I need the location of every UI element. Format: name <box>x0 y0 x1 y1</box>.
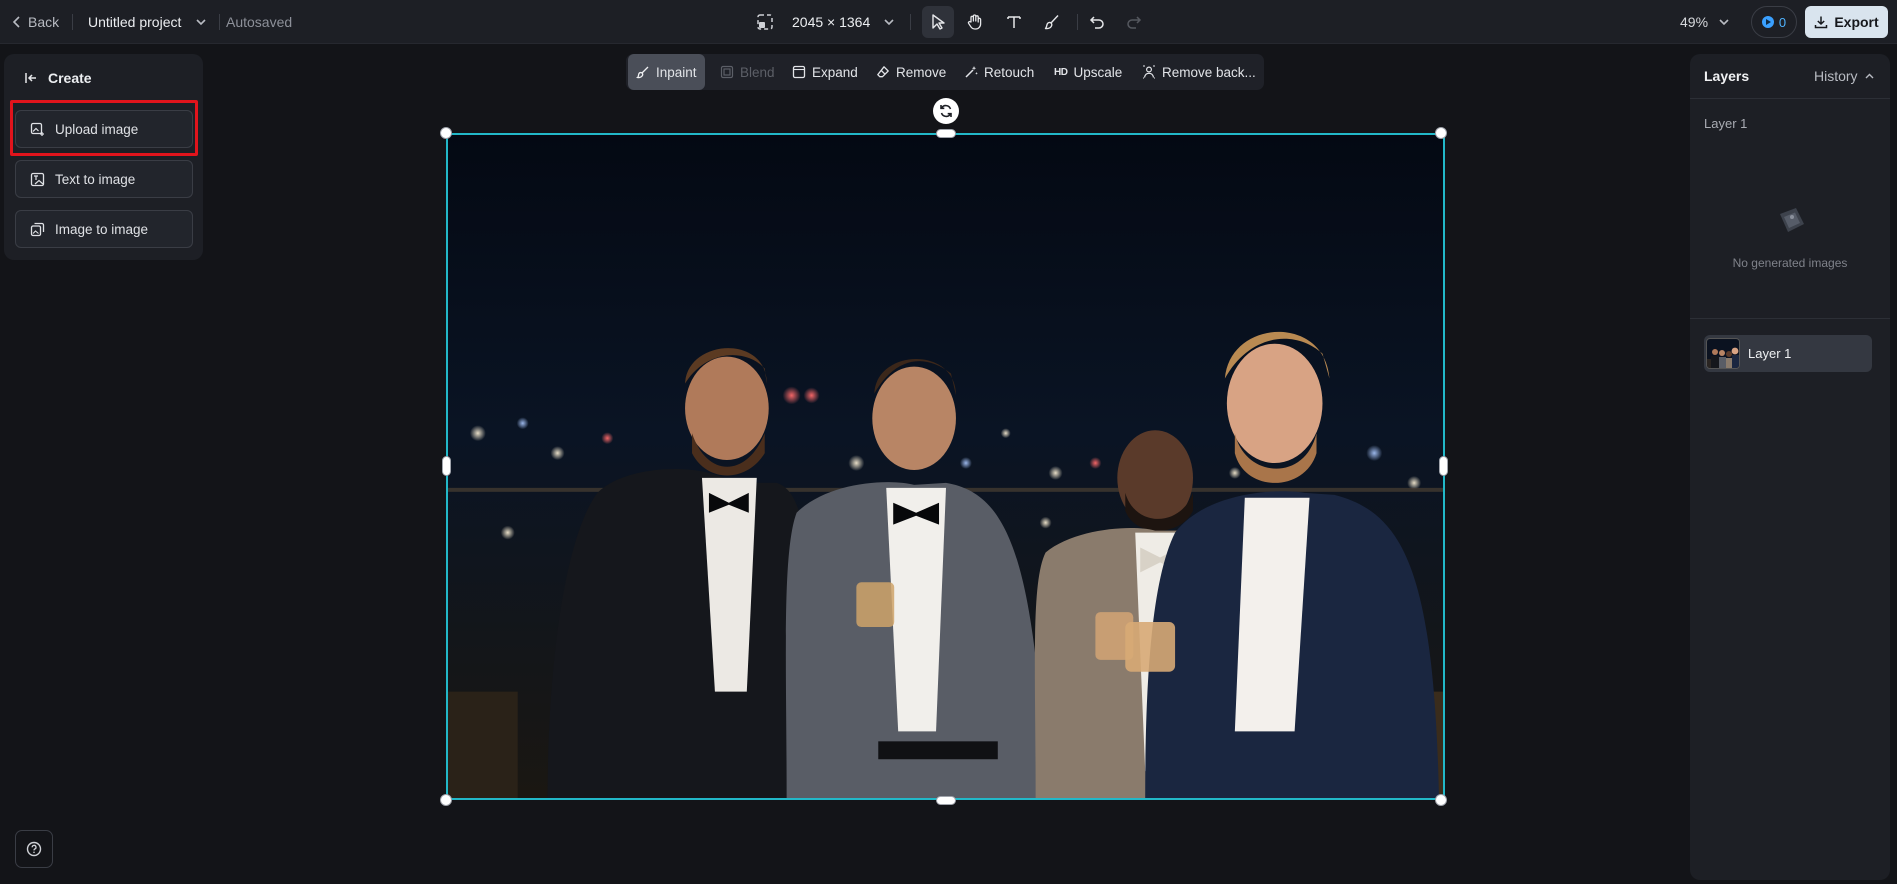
divider <box>219 14 220 30</box>
upscale-button[interactable]: HD Upscale <box>1046 54 1130 90</box>
resize-handle-top-right[interactable] <box>1435 127 1447 139</box>
hand-icon <box>967 14 982 30</box>
export-label: Export <box>1834 14 1879 30</box>
zoom-selector[interactable]: 49% <box>1680 0 1708 44</box>
canvas-image-layer[interactable] <box>446 133 1445 800</box>
canvas-photo <box>448 135 1443 798</box>
project-title[interactable]: Untitled project <box>88 0 181 44</box>
layer-name: Layer 1 <box>1748 346 1792 361</box>
history-label: History <box>1814 68 1858 84</box>
upload-image-button[interactable]: Upload image <box>15 110 193 148</box>
image-to-image-label: Image to image <box>55 221 149 237</box>
divider <box>72 14 73 30</box>
text-to-image-button[interactable]: Text to image <box>15 160 193 198</box>
back-label: Back <box>28 14 60 30</box>
upscale-label: Upscale <box>1073 64 1123 80</box>
image-to-image-icon <box>30 222 45 236</box>
create-panel: Create Upload image Text to image Image … <box>4 54 203 260</box>
resize-handle-top[interactable] <box>936 129 956 138</box>
divider <box>1077 14 1078 30</box>
remove-button[interactable]: Remove <box>868 54 954 90</box>
layer-item[interactable]: Layer 1 <box>1704 335 1872 372</box>
person-cutout-icon <box>1143 65 1155 79</box>
select-tool[interactable] <box>922 6 954 38</box>
credits-badge[interactable]: 0 <box>1751 6 1797 38</box>
divider <box>910 14 911 30</box>
text-to-image-icon <box>30 172 45 186</box>
thumbnail-image <box>1707 339 1739 368</box>
inpaint-icon <box>636 66 649 79</box>
top-bar: Back Untitled project Autosaved 2045 × 1… <box>0 0 1897 44</box>
eraser-icon <box>877 66 889 78</box>
upload-image-icon <box>30 122 44 136</box>
undo-button[interactable] <box>1081 6 1113 38</box>
brush-tool[interactable] <box>1036 6 1068 38</box>
help-icon <box>26 841 42 857</box>
export-button[interactable]: Export <box>1805 6 1888 38</box>
image-to-image-button[interactable]: Image to image <box>15 210 193 248</box>
remove-background-label: Remove back... <box>1162 64 1256 80</box>
remove-label: Remove <box>896 64 947 80</box>
tab-history[interactable]: History <box>1814 68 1875 84</box>
resize-handle-left[interactable] <box>442 456 451 476</box>
retouch-icon <box>965 66 978 78</box>
brush-icon <box>1044 15 1059 30</box>
text-to-image-label: Text to image <box>55 171 136 187</box>
canvas-size-selector[interactable]: 2045 × 1364 <box>792 0 870 44</box>
blend-icon <box>720 65 734 79</box>
remove-background-button[interactable]: Remove back... <box>1134 54 1264 90</box>
text-icon <box>1007 16 1021 28</box>
blend-button[interactable]: Blend <box>712 54 783 90</box>
autosave-status: Autosaved <box>226 14 293 30</box>
tab-layers[interactable]: Layers <box>1704 68 1749 84</box>
inpaint-label: Inpaint <box>656 64 697 80</box>
chevron-down-icon[interactable] <box>194 15 208 29</box>
rotate-handle[interactable] <box>933 98 959 124</box>
generated-section-title: Layer 1 <box>1704 116 1748 131</box>
help-button[interactable] <box>15 830 53 868</box>
divider <box>1690 318 1890 319</box>
create-heading: Create <box>48 70 92 86</box>
hand-tool[interactable] <box>959 6 991 38</box>
chevron-down-icon[interactable] <box>1717 15 1731 29</box>
redo-icon <box>1127 16 1142 29</box>
expand-label: Expand <box>812 64 858 80</box>
resize-handle-top-left[interactable] <box>440 127 452 139</box>
edit-toolbar: Inpaint Blend Expand Remove Retouch HD U… <box>626 54 1264 90</box>
download-icon <box>1815 16 1828 29</box>
empty-state-message: No generated images <box>1732 256 1848 270</box>
resize-handle-bottom[interactable] <box>936 796 956 805</box>
empty-images-icon <box>1780 208 1804 232</box>
upload-image-label: Upload image <box>55 121 139 137</box>
hd-badge: HD <box>1054 66 1068 78</box>
collapse-left-icon <box>25 73 36 83</box>
redo-button[interactable] <box>1118 6 1150 38</box>
create-header[interactable]: Create <box>24 64 92 92</box>
resize-handle-right[interactable] <box>1439 456 1448 476</box>
back-button[interactable]: Back <box>12 0 59 44</box>
divider <box>1690 98 1890 99</box>
chevron-up-icon <box>1865 73 1874 78</box>
resize-handle-bottom-right[interactable] <box>1435 794 1447 806</box>
retouch-button[interactable]: Retouch <box>956 54 1042 90</box>
expand-button[interactable]: Expand <box>784 54 866 90</box>
resize-handle-bottom-left[interactable] <box>440 794 452 806</box>
expand-icon <box>792 65 806 79</box>
inpaint-button[interactable]: Inpaint <box>628 54 705 90</box>
text-tool[interactable] <box>998 6 1030 38</box>
rotate-icon <box>940 104 952 118</box>
layer-thumbnail <box>1706 338 1740 369</box>
chevron-down-icon[interactable] <box>882 15 896 29</box>
credits-count: 0 <box>1778 14 1787 30</box>
blend-label: Blend <box>740 64 775 80</box>
retouch-label: Retouch <box>984 64 1035 80</box>
resize-icon[interactable] <box>756 13 774 31</box>
cursor-icon <box>932 14 945 30</box>
credit-icon <box>1761 16 1774 28</box>
layers-panel: Layers History Layer 1 No generated imag… <box>1690 54 1890 880</box>
chevron-left-icon <box>12 16 20 28</box>
undo-icon <box>1089 16 1104 29</box>
